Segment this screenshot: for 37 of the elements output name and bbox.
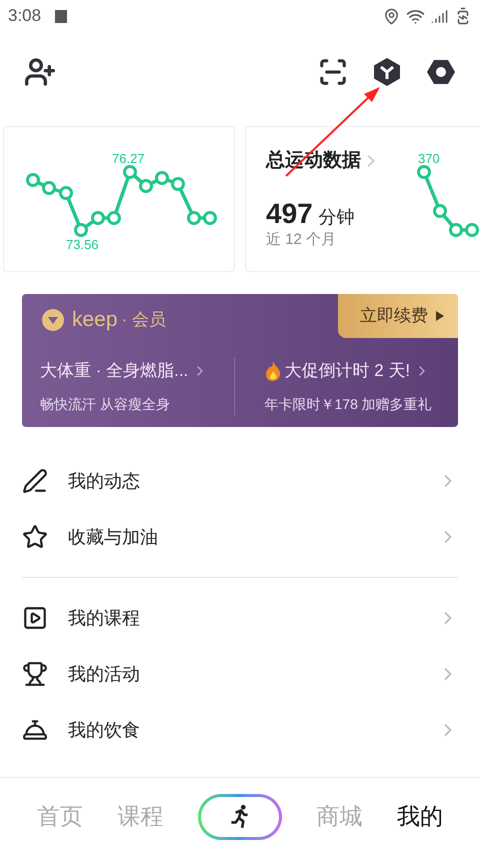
tier-label: · 会员 [122,309,166,332]
exercise-unit: 分钟 [318,206,355,229]
min-weight-label: 73.56 [66,236,99,254]
promo-title[interactable]: 大体重 · 全身燃脂... [40,358,188,384]
menu-item[interactable]: 我的活动 [22,650,458,698]
start-workout-button[interactable] [198,794,282,840]
max-weight-label: 76.27 [112,150,145,168]
scan-icon[interactable] [318,57,348,87]
star-icon [22,524,48,550]
play-icon [22,605,48,631]
location-icon [383,8,400,24]
peak-label: 370 [418,150,440,168]
trophy-icon [22,661,48,687]
settings-icon[interactable] [426,57,456,87]
notification-icon [55,10,68,22]
status-time: 3:08 [8,5,42,28]
menu-item[interactable]: 收藏与加油 [0,513,480,561]
fire-icon [264,360,280,381]
renew-button[interactable]: 立即续费 [338,294,458,338]
add-friend-icon[interactable] [24,56,56,88]
cube-icon[interactable] [372,57,402,87]
exercise-value: 497 [266,197,313,231]
exercise-trend-line [417,165,479,237]
keep-logo-icon [42,309,64,331]
promo-subtitle: 畅快流汗 从容瘦全身 [40,394,171,414]
menu-item[interactable]: 我的动态 [0,457,480,505]
nav-tab[interactable]: 我的 [396,799,443,834]
signal-icon [431,8,448,24]
brand-name: keep [72,307,118,334]
play-triangle-icon [436,311,444,321]
period-label: 近 12 个月 [266,230,336,250]
pen-icon [22,468,48,494]
membership-banner[interactable]: keep · 会员 立即续费 大体重 · 全身燃脂... 畅快流汗 从容瘦全身 大促倒计时 2 天! 年卡限时￥178 加赠多重礼 [22,294,458,427]
menu-item[interactable]: 我的饮食 [22,706,458,754]
promo-title[interactable]: 大促倒计时 2 天! [284,358,410,384]
menu-item[interactable]: 我的课程 [22,594,458,642]
promo-subtitle: 年卡限时￥178 加赠多重礼 [264,394,433,414]
